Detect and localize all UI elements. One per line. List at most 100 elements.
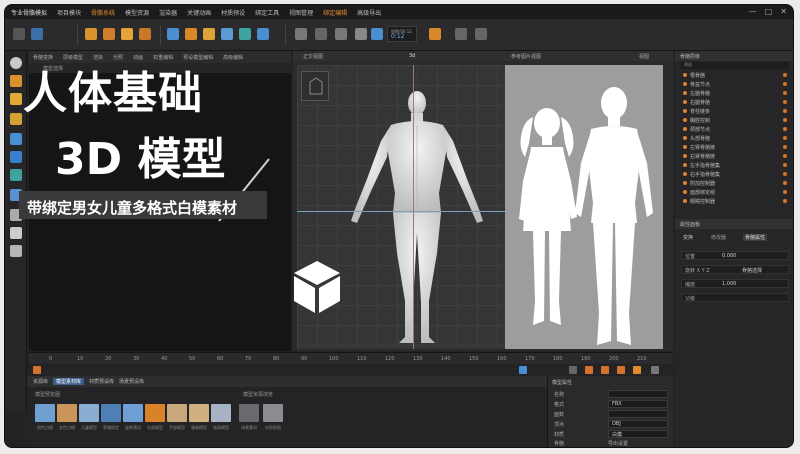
ik-icon[interactable] bbox=[221, 28, 233, 40]
settings-icon[interactable] bbox=[651, 366, 659, 374]
tool-icon[interactable] bbox=[10, 169, 22, 181]
visibility-icon[interactable] bbox=[783, 145, 787, 149]
minimize-icon[interactable]: — bbox=[749, 7, 757, 16]
light-icon[interactable] bbox=[355, 28, 367, 40]
visibility-icon[interactable] bbox=[783, 190, 787, 194]
visibility-icon[interactable] bbox=[783, 109, 787, 113]
property-row[interactable]: 旋转 X Y Z 骨骼选择 bbox=[681, 265, 789, 274]
property-row[interactable]: 缩放 1.000 bbox=[681, 279, 789, 288]
tab-library[interactable]: 资源库 bbox=[33, 378, 48, 385]
close-icon[interactable]: ✕ bbox=[780, 7, 787, 16]
model-prop-row[interactable]: 名称 bbox=[552, 390, 670, 399]
link-icon[interactable] bbox=[315, 28, 327, 40]
outliner-row[interactable]: 根骨骼 bbox=[679, 71, 789, 79]
outliner-row[interactable]: 左臂骨骼链 bbox=[679, 143, 789, 151]
outliner-row[interactable]: 右臂骨骼链 bbox=[679, 152, 789, 160]
menu-item[interactable]: 模型资源 bbox=[125, 8, 149, 17]
move-icon[interactable] bbox=[85, 28, 97, 40]
stop-icon[interactable] bbox=[617, 366, 625, 374]
bone-icon[interactable] bbox=[167, 28, 179, 40]
joint-icon[interactable] bbox=[185, 28, 197, 40]
asset-thumbnail[interactable] bbox=[145, 404, 165, 422]
transform-icon[interactable] bbox=[139, 28, 151, 40]
asset-thumbnail[interactable] bbox=[79, 404, 99, 422]
tool-icon[interactable] bbox=[10, 113, 22, 125]
outliner-row[interactable]: 骨盆节点 bbox=[679, 80, 789, 88]
tool-icon[interactable] bbox=[10, 245, 22, 257]
visibility-icon[interactable] bbox=[783, 91, 787, 95]
property-row[interactable]: 位置 0.000 bbox=[681, 251, 789, 260]
outliner-row[interactable]: 头部骨骼 bbox=[679, 134, 789, 142]
tool-icon[interactable] bbox=[10, 93, 22, 105]
rotate-icon[interactable] bbox=[103, 28, 115, 40]
reference-image-panel[interactable] bbox=[505, 65, 663, 349]
camera-gizmo[interactable] bbox=[301, 71, 329, 101]
home-icon[interactable] bbox=[13, 28, 25, 40]
tab-bone-props[interactable]: 骨骼属性 bbox=[743, 234, 768, 241]
visibility-icon[interactable] bbox=[783, 181, 787, 185]
asset-thumbnail[interactable] bbox=[123, 404, 143, 422]
next-key-icon[interactable] bbox=[585, 366, 593, 374]
outliner-row[interactable]: 眼睛控制器 bbox=[679, 197, 789, 205]
model-prop-row[interactable]: 格式 FBX bbox=[552, 400, 670, 409]
model-prop-row[interactable]: 顶点 OBJ bbox=[552, 420, 670, 429]
outliner-row[interactable]: 左手指骨骼集 bbox=[679, 161, 789, 169]
male-base-model[interactable] bbox=[337, 81, 497, 349]
visibility-icon[interactable] bbox=[783, 199, 787, 203]
visibility-icon[interactable] bbox=[783, 73, 787, 77]
outliner-filter[interactable]: 筛选 bbox=[681, 62, 789, 69]
menu-item[interactable]: 骨骼系统 bbox=[91, 8, 115, 17]
asset-thumbnail[interactable] bbox=[57, 404, 77, 422]
tool-icon[interactable] bbox=[10, 57, 22, 69]
visibility-icon[interactable] bbox=[783, 136, 787, 140]
tab-materials[interactable]: 材质预设库 bbox=[89, 378, 114, 385]
visibility-icon[interactable] bbox=[783, 100, 787, 104]
outliner-row[interactable]: 左腿骨骼 bbox=[679, 89, 789, 97]
menu-item[interactable]: 渲染器 bbox=[159, 8, 177, 17]
outliner-row[interactable]: 颈部节点 bbox=[679, 125, 789, 133]
maximize-icon[interactable]: □ bbox=[765, 7, 773, 16]
menu-item[interactable]: 绑定工具 bbox=[255, 8, 279, 17]
tool-icon[interactable] bbox=[10, 151, 22, 163]
key-icon[interactable] bbox=[519, 366, 527, 374]
loop-icon[interactable] bbox=[633, 366, 641, 374]
play-icon[interactable] bbox=[455, 28, 467, 40]
model-prop-row[interactable]: 骨骼 导出设置 bbox=[552, 439, 670, 447]
menu-item[interactable]: 关键动画 bbox=[187, 8, 211, 17]
visibility-icon[interactable] bbox=[783, 127, 787, 131]
menu-item[interactable]: 材质预设 bbox=[221, 8, 245, 17]
visibility-icon[interactable] bbox=[783, 163, 787, 167]
brush-icon[interactable] bbox=[295, 28, 307, 40]
menu-item[interactable]: 项目模块 bbox=[57, 8, 81, 17]
loop-icon[interactable] bbox=[475, 28, 487, 40]
property-row[interactable]: 父级 bbox=[681, 293, 789, 302]
camera-icon[interactable] bbox=[335, 28, 347, 40]
asset-thumbnail[interactable] bbox=[35, 404, 55, 422]
tab-transform[interactable]: 变换 bbox=[683, 234, 693, 241]
mirror-icon[interactable] bbox=[257, 28, 269, 40]
timeline-ruler[interactable]: 0 10 20 30 40 50 60 70 80 90 100 110 120… bbox=[29, 352, 673, 364]
key-icon[interactable] bbox=[429, 28, 441, 40]
outliner-row[interactable]: 右腿骨骼 bbox=[679, 98, 789, 106]
outliner-row[interactable]: 面部绑定组 bbox=[679, 188, 789, 196]
play-icon[interactable] bbox=[569, 366, 577, 374]
viewport-main[interactable]: 正交视图 3d 参考图片视图 视图 bbox=[293, 51, 673, 351]
asset-thumbnail[interactable] bbox=[189, 404, 209, 422]
asset-thumbnail[interactable] bbox=[101, 404, 121, 422]
frame-field[interactable]: 帧数/00:12 0:12 bbox=[387, 26, 417, 42]
tab-scenes[interactable]: 场景预设库 bbox=[119, 378, 144, 385]
scale-icon[interactable] bbox=[121, 28, 133, 40]
tool-icon[interactable] bbox=[10, 133, 22, 145]
outliner-row[interactable]: 胸腔控制 bbox=[679, 116, 789, 124]
tab-models[interactable]: 模型素材库 bbox=[53, 378, 85, 385]
model-prop-row[interactable]: 材质 白模 bbox=[552, 430, 670, 439]
visibility-icon[interactable] bbox=[783, 154, 787, 158]
record-icon[interactable] bbox=[33, 366, 41, 374]
visibility-icon[interactable] bbox=[783, 82, 787, 86]
menu-item[interactable]: 高级导出 bbox=[357, 8, 381, 17]
outliner-row[interactable]: 附加控制器 bbox=[679, 179, 789, 187]
asset-thumbnail[interactable] bbox=[211, 404, 231, 422]
asset-thumbnail[interactable] bbox=[239, 404, 259, 422]
pose-icon[interactable] bbox=[239, 28, 251, 40]
tool-icon[interactable] bbox=[10, 227, 22, 239]
